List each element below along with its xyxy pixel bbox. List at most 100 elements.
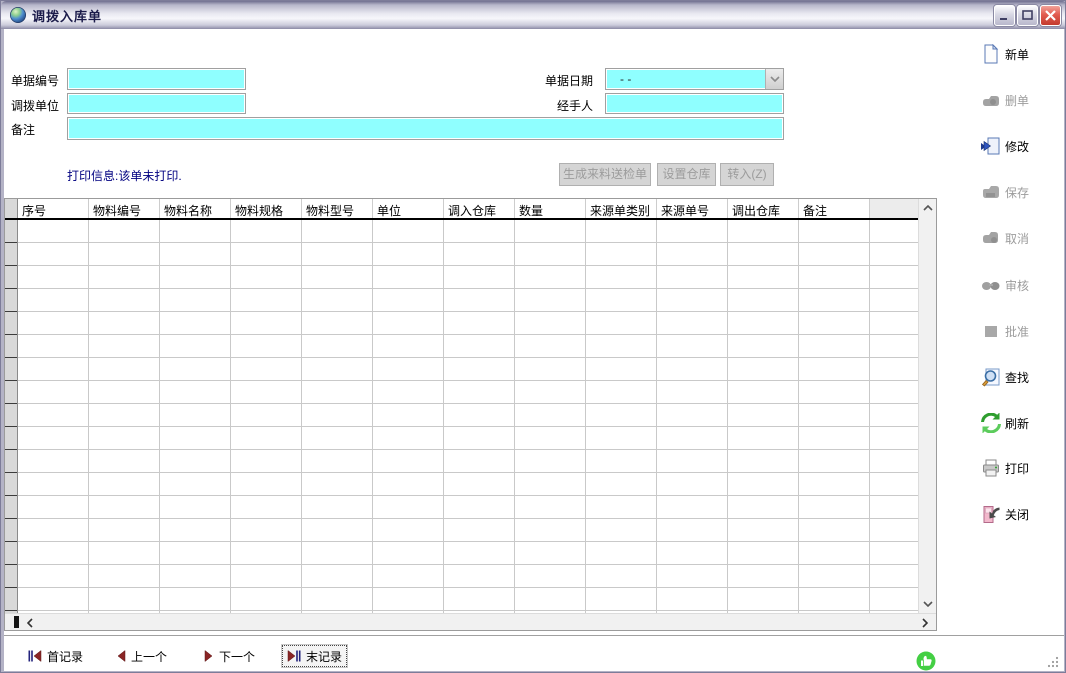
first-record-icon (28, 650, 42, 662)
doc-date-value: - - (606, 69, 765, 89)
exit-icon (981, 504, 1001, 524)
grid-main: 序号 物料编号 物料名称 物料规格 物料型号 单位 调入仓库 数量 来源单类别 … (5, 199, 936, 613)
chevron-down-icon (770, 76, 780, 82)
sidebar-button-label: 取消 (1005, 230, 1029, 247)
column-header: 物料规格 (231, 199, 302, 218)
previous-record-icon (116, 650, 126, 662)
nav-button-label: 首记录 (47, 648, 83, 665)
generate-inspection-order-button[interactable]: 生成来料送检单 (559, 163, 651, 186)
audit-icon (981, 275, 1001, 295)
scroll-up-icon[interactable] (923, 205, 933, 211)
grid-columns-area: 序号 物料编号 物料名称 物料规格 物料型号 单位 调入仓库 数量 来源单类别 … (5, 199, 918, 613)
print-button[interactable]: 打印 (981, 454, 1063, 482)
last-record-icon (287, 650, 301, 662)
column-header: 物料编号 (89, 199, 160, 218)
refresh-icon (981, 413, 1001, 433)
delete-order-button[interactable]: 删单 (981, 86, 1063, 114)
cancel-button[interactable]: 取消 (981, 224, 1063, 252)
app-orb-icon (9, 6, 27, 24)
sidebar-button-label: 修改 (1005, 138, 1029, 155)
transfer-in-button[interactable]: 转入(Z) (720, 163, 774, 186)
find-button[interactable]: 查找 (981, 363, 1063, 391)
save-button[interactable]: 保存 (981, 178, 1063, 206)
handler-input[interactable] (605, 93, 784, 114)
audit-button[interactable]: 审核 (981, 271, 1063, 299)
scroll-right-icon[interactable] (922, 618, 928, 628)
column-header: 备注 (799, 199, 870, 218)
column-header: 调入仓库 (444, 199, 515, 218)
close-button[interactable] (1040, 5, 1061, 26)
maximize-button[interactable] (1017, 5, 1038, 26)
modify-button[interactable]: 修改 (981, 132, 1063, 160)
column-header: 物料型号 (302, 199, 373, 218)
save-icon (981, 182, 1001, 202)
scroll-down-icon[interactable] (923, 601, 933, 607)
client-area: 单据编号 单据日期 - - 调拨单位 经手人 备注 打印信息:该单未打印. 生成… (4, 29, 1064, 671)
titlebar: 调拨入库单 (1, 1, 1066, 29)
close-icon (1044, 9, 1057, 22)
horizontal-scrollbar[interactable] (5, 613, 936, 630)
print-icon (981, 458, 1001, 478)
remark-input[interactable] (67, 117, 784, 140)
doc-no-label: 单据编号 (11, 72, 59, 89)
next-record-icon (204, 650, 214, 662)
transfer-unit-label: 调拨单位 (11, 97, 59, 114)
sidebar-button-label: 关闭 (1005, 506, 1029, 523)
grid-selector-header (5, 199, 18, 218)
sidebar-button-label: 打印 (1005, 460, 1029, 477)
nav-button-label: 末记录 (306, 648, 342, 665)
window-title: 调拨入库单 (32, 6, 102, 25)
new-order-button[interactable]: 新单 (981, 40, 1063, 68)
nav-button-label: 上一个 (131, 648, 167, 665)
column-header: 物料名称 (160, 199, 231, 218)
doc-date-combo[interactable]: - - (605, 68, 784, 90)
next-record-button[interactable]: 下一个 (200, 645, 259, 667)
refresh-button[interactable]: 刷新 (981, 409, 1063, 437)
grid-header-row: 序号 物料编号 物料名称 物料规格 物料型号 单位 调入仓库 数量 来源单类别 … (5, 199, 918, 220)
maximize-icon (1021, 9, 1034, 22)
nav-button-label: 下一个 (219, 648, 255, 665)
print-info-text: 打印信息:该单未打印. (67, 167, 182, 184)
grid-header-filler (870, 199, 918, 218)
sidebar-button-label: 删单 (1005, 92, 1029, 109)
first-record-button[interactable]: 首记录 (24, 645, 87, 667)
bottom-separator (4, 635, 1064, 637)
sidebar-button-label: 新单 (1005, 46, 1029, 63)
horizontal-scroll-thumb[interactable] (14, 616, 19, 628)
minimize-icon (998, 9, 1011, 22)
grid-body (5, 220, 918, 613)
grid-row-selector-column[interactable] (5, 220, 18, 613)
remark-label: 备注 (11, 121, 35, 138)
vertical-scrollbar[interactable] (918, 199, 936, 613)
approve-icon (981, 321, 1001, 341)
previous-record-button[interactable]: 上一个 (112, 645, 171, 667)
minimize-button[interactable] (994, 5, 1015, 26)
grid-cells-area[interactable] (18, 220, 918, 613)
new-doc-icon (981, 44, 1001, 64)
sidebar-button-label: 查找 (1005, 369, 1029, 386)
edit-icon (981, 136, 1001, 156)
app-window: 调拨入库单 单据编号 单据日期 - - 调拨单位 经手人 (0, 0, 1066, 673)
column-header: 序号 (18, 199, 89, 218)
doc-date-dropdown-button[interactable] (765, 69, 783, 89)
transfer-unit-input[interactable] (67, 93, 246, 114)
last-record-button[interactable]: 末记录 (282, 645, 347, 667)
window-controls (994, 5, 1061, 26)
handler-label: 经手人 (493, 97, 593, 114)
green-thumb-icon (915, 650, 937, 672)
delete-doc-icon (981, 90, 1001, 110)
scroll-left-icon[interactable] (27, 618, 33, 628)
sidebar-button-label: 审核 (1005, 277, 1029, 294)
close-window-button[interactable]: 关闭 (981, 500, 1063, 528)
column-header: 来源单号 (657, 199, 728, 218)
column-header: 数量 (515, 199, 586, 218)
sidebar-button-label: 刷新 (1005, 415, 1029, 432)
resize-grip[interactable] (1045, 654, 1059, 668)
sidebar-button-label: 批准 (1005, 323, 1029, 340)
cancel-icon (981, 228, 1001, 248)
doc-no-input[interactable] (67, 68, 246, 90)
search-icon (981, 367, 1001, 387)
column-header: 单位 (373, 199, 444, 218)
approve-button[interactable]: 批准 (981, 317, 1063, 345)
set-warehouse-button[interactable]: 设置仓库 (657, 163, 716, 186)
